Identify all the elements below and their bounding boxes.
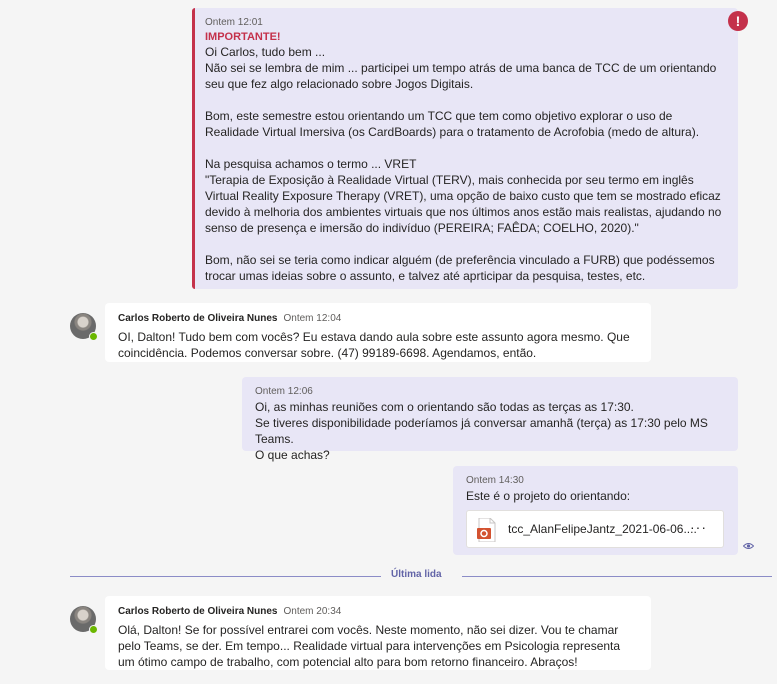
important-label: IMPORTANTE! <box>205 31 281 43</box>
message-bubble[interactable]: Carlos Roberto de Oliveira Nunes Ontem 20… <box>105 596 651 670</box>
important-exclamation-icon: ! <box>728 11 748 31</box>
message-timestamp: Ontem 12:06 <box>255 386 313 397</box>
last-read-divider-right <box>462 576 772 577</box>
file-name: tcc_AlanFelipeJantz_2021-06-06.... <box>508 522 697 536</box>
message-timestamp: Ontem 12:01 <box>205 17 263 28</box>
presence-available-icon <box>89 625 98 634</box>
read-receipt-eye-icon <box>743 543 754 549</box>
message-bubble[interactable]: Ontem 12:06 Oi, as minhas reuniões com o… <box>242 377 738 462</box>
message-text: OI, Dalton! Tudo bem com vocês? Eu estav… <box>118 330 630 360</box>
sender-name: Carlos Roberto de Oliveira Nunes <box>118 313 278 324</box>
important-indicator-bar <box>192 8 195 289</box>
more-options-button[interactable]: ··· <box>690 519 707 535</box>
last-read-label: Última lida <box>391 569 442 580</box>
message-bubble[interactable]: Ontem 14:30 Este é o projeto do orientan… <box>453 466 738 555</box>
powerpoint-file-icon <box>477 517 497 543</box>
sender-name: Carlos Roberto de Oliveira Nunes <box>118 606 278 617</box>
message-text: Oi Carlos, tudo bem ... Não sei se lembr… <box>205 45 722 283</box>
message-text: Este é o projeto do orientando: <box>466 489 631 503</box>
message-header: Carlos Roberto de Oliveira Nunes Ontem 20… <box>118 605 639 619</box>
message-text: Olá, Dalton! Se for possível entrarei co… <box>118 623 621 669</box>
presence-available-icon <box>89 332 98 341</box>
message-header: Carlos Roberto de Oliveira Nunes Ontem 12… <box>118 312 639 326</box>
avatar[interactable] <box>70 313 98 341</box>
message-bubble[interactable]: Carlos Roberto de Oliveira Nunes Ontem 12… <box>105 303 651 362</box>
message-timestamp: Ontem 12:04 <box>283 313 342 324</box>
message-timestamp: Ontem 20:34 <box>283 606 342 617</box>
last-read-divider-left <box>70 576 381 577</box>
file-attachment[interactable]: tcc_AlanFelipeJantz_2021-06-06.... ··· <box>466 510 724 548</box>
message-text: Oi, as minhas reuniões com o orientando … <box>255 400 708 462</box>
message-timestamp: Ontem 14:30 <box>466 475 524 486</box>
avatar[interactable] <box>70 606 98 634</box>
message-bubble-important[interactable]: Ontem 12:01 IMPORTANTE! Oi Carlos, tudo … <box>192 8 738 289</box>
